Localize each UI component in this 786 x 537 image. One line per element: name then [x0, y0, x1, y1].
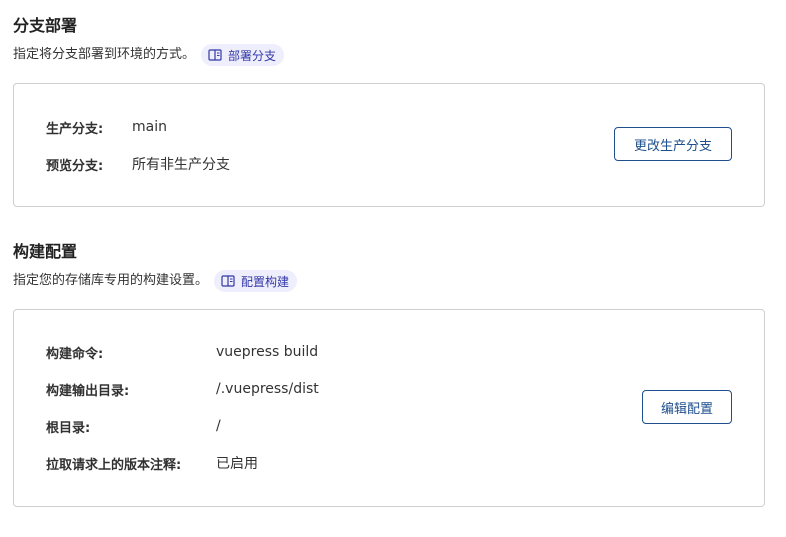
- root-dir-value: /: [216, 418, 221, 434]
- branch-deploy-card: 生产分支: main 预览分支: 所有非生产分支 更改生产分支: [13, 83, 765, 207]
- build-output-dir-row: 构建输出目录: /.vuepress/dist: [46, 379, 546, 399]
- build-config-card: 构建命令: vuepress build 构建输出目录: /.vuepress/…: [13, 309, 765, 507]
- pr-comments-value: 已启用: [216, 456, 258, 472]
- section-title: 构建配置: [13, 242, 78, 261]
- section-description: 指定您的存储库专用的构建设置。: [13, 273, 209, 288]
- deploy-branch-doc-link[interactable]: 部署分支: [201, 44, 285, 66]
- edit-config-button[interactable]: 编辑配置: [642, 390, 732, 424]
- pr-comments-label: 拉取请求上的版本注释:: [46, 457, 182, 473]
- build-output-dir-label: 构建输出目录:: [46, 383, 130, 399]
- doc-link-label: 配置构建: [241, 274, 290, 289]
- section-description-row: 指定您的存储库专用的构建设置。 配置构建: [13, 270, 765, 292]
- section-description-row: 指定将分支部署到环境的方式。 部署分支: [13, 44, 765, 66]
- section-description: 指定将分支部署到环境的方式。: [13, 47, 196, 62]
- build-command-label: 构建命令:: [46, 346, 104, 362]
- build-command-value: vuepress build: [216, 344, 319, 360]
- configure-build-doc-link[interactable]: 配置构建: [214, 270, 298, 292]
- book-icon: [207, 47, 223, 63]
- change-production-branch-button[interactable]: 更改生产分支: [614, 127, 732, 161]
- doc-link-label: 部署分支: [228, 48, 277, 63]
- preview-branch-value: 所有非生产分支: [132, 157, 230, 173]
- root-dir-row: 根目录: /: [46, 416, 546, 436]
- preview-branch-label: 预览分支:: [46, 158, 104, 174]
- build-output-dir-value: /.vuepress/dist: [216, 381, 319, 397]
- production-branch-row: 生产分支: main: [46, 117, 446, 137]
- preview-branch-row: 预览分支: 所有非生产分支: [46, 154, 446, 174]
- book-icon: [220, 273, 236, 289]
- root-dir-label: 根目录:: [46, 420, 91, 436]
- production-branch-value: main: [132, 119, 167, 135]
- section-title: 分支部署: [13, 16, 78, 35]
- pr-comments-row: 拉取请求上的版本注释: 已启用: [46, 453, 546, 473]
- build-command-row: 构建命令: vuepress build: [46, 342, 546, 362]
- build-config-section: 构建配置 指定您的存储库专用的构建设置。 配置构建 构建命令: vuepress…: [13, 242, 765, 508]
- production-branch-label: 生产分支:: [46, 121, 104, 137]
- branch-deploy-section: 分支部署 指定将分支部署到环境的方式。 部署分支 生产分支: main 预览分支…: [13, 16, 765, 208]
